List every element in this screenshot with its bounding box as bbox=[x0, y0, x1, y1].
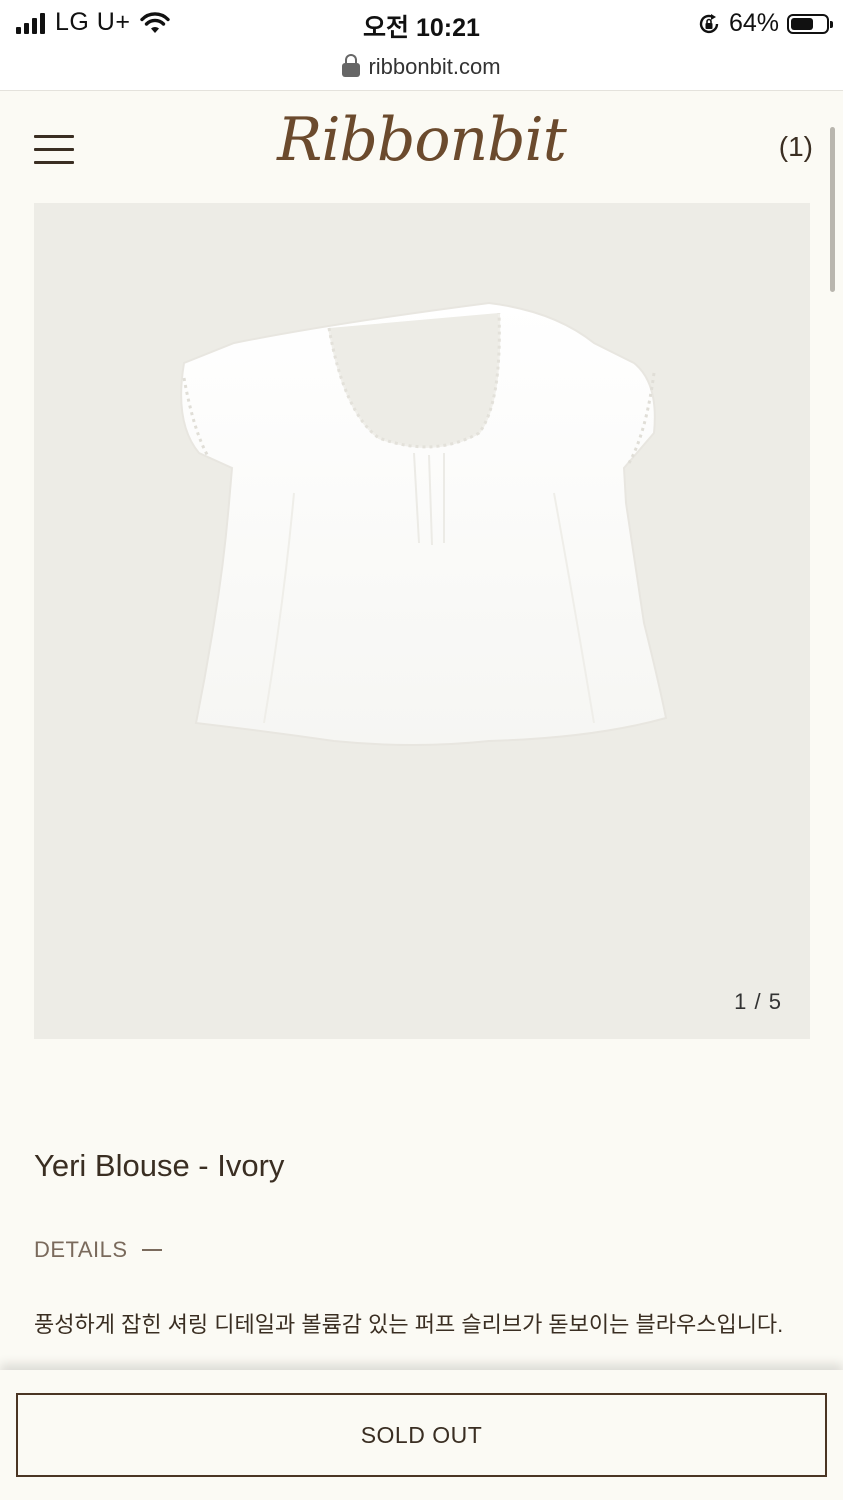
product-title: Yeri Blouse - Ivory bbox=[34, 1148, 285, 1183]
address-bar[interactable]: ribbonbit.com bbox=[0, 48, 843, 91]
collapse-dash-icon bbox=[141, 1249, 162, 1251]
rotation-lock-icon bbox=[699, 13, 719, 33]
sold-out-button[interactable]: SOLD OUT bbox=[16, 1393, 827, 1477]
brand-logo[interactable]: Ribbonbit bbox=[0, 105, 843, 175]
page-scrollbar[interactable] bbox=[830, 127, 835, 292]
details-toggle[interactable]: DETAILS bbox=[34, 1237, 162, 1263]
image-counter-current: 1 bbox=[734, 989, 748, 1014]
product-image-gallery[interactable]: 1 / 5 bbox=[34, 203, 810, 1039]
image-counter-total: 5 bbox=[768, 989, 782, 1014]
cart-count-button[interactable]: (1) bbox=[779, 131, 813, 163]
battery-percent: 64% bbox=[728, 9, 779, 37]
status-right: 64% bbox=[697, 9, 833, 38]
image-counter: 1 / 5 bbox=[734, 989, 782, 1015]
details-label: DETAILS bbox=[34, 1237, 128, 1262]
bottom-action-bar: SOLD OUT bbox=[0, 1370, 843, 1500]
blouse-image bbox=[180, 301, 668, 746]
battery-icon bbox=[787, 13, 833, 34]
product-description: 풍성하게 잡힌 셔링 디테일과 볼륨감 있는 퍼프 슬리브가 돋보이는 블라우스… bbox=[34, 1312, 784, 1337]
lock-icon bbox=[342, 54, 361, 77]
image-counter-separator: / bbox=[754, 989, 762, 1014]
url-text[interactable]: ribbonbit.com bbox=[368, 54, 500, 80]
status-bar: LG U+ 오전 10:21 64% bbox=[0, 0, 843, 48]
